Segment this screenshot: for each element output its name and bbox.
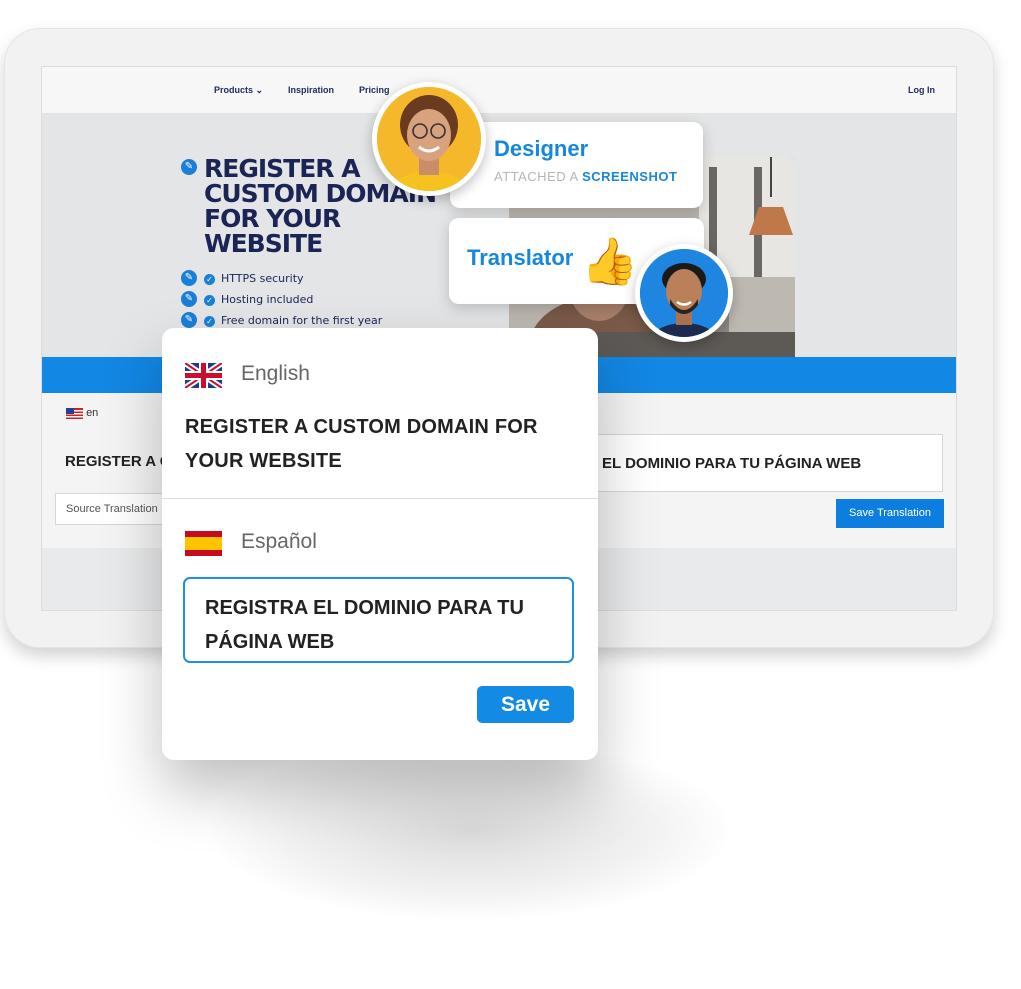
site-navbar: Products ⌄ Inspiration Pricing Log In <box>42 67 956 114</box>
translation-panel: English REGISTER A CUSTOM DOMAIN FOR YOU… <box>162 328 598 760</box>
nav-pricing[interactable]: Pricing <box>359 85 390 95</box>
nav-products[interactable]: Products ⌄ <box>214 85 263 96</box>
target-text-field[interactable]: EL DOMINIO PARA TU PÁGINA WEB <box>583 434 943 492</box>
source-text: REGISTER A C <box>65 453 171 470</box>
check-icon: ✓ <box>204 315 215 327</box>
designer-badge: Designer ATTACHED A SCREENSHOT <box>450 122 703 208</box>
designer-activity: ATTACHED A SCREENSHOT <box>494 169 678 184</box>
save-translation-button[interactable]: Save Translation <box>836 499 944 528</box>
feature-free-domain: ✓ Free domain for the first year <box>204 314 382 327</box>
translator-role: Translator <box>467 245 574 270</box>
nav-inspiration[interactable]: Inspiration <box>288 85 334 95</box>
spain-flag-icon <box>185 531 222 556</box>
translation-input[interactable]: REGISTRA EL DOMINIO PARA TU PÁGINA WEB <box>183 577 574 663</box>
uk-flag-icon <box>185 363 222 388</box>
save-button[interactable]: Save <box>477 686 574 723</box>
edit-pencil-icon[interactable]: ✎ <box>181 291 197 307</box>
edit-pencil-icon[interactable]: ✎ <box>181 159 197 175</box>
edit-pencil-icon[interactable]: ✎ <box>181 270 197 286</box>
designer-avatar <box>372 82 486 196</box>
designer-portrait-icon <box>377 87 481 191</box>
source-lang-code: en <box>86 407 99 419</box>
designer-role: Designer <box>494 136 589 161</box>
check-icon: ✓ <box>204 294 215 306</box>
feature-hosting: ✓ Hosting included <box>204 293 313 306</box>
feature-https: ✓ HTTPS security <box>204 272 304 285</box>
nav-login[interactable]: Log In <box>908 85 935 95</box>
target-language-name: Español <box>241 530 317 553</box>
chevron-down-icon: ⌄ <box>255 85 264 95</box>
edit-pencil-icon[interactable]: ✎ <box>181 312 197 328</box>
drop-shadow <box>210 740 730 920</box>
panel-divider <box>162 498 598 499</box>
source-language-name: English <box>241 362 310 385</box>
translator-avatar <box>635 244 733 342</box>
panel-source-text: REGISTER A CUSTOM DOMAIN FOR YOUR WEBSIT… <box>185 416 538 472</box>
thumbs-up-icon: 👍 <box>581 235 639 287</box>
source-language: en <box>66 407 98 419</box>
us-flag-icon <box>66 407 83 419</box>
translator-portrait-icon <box>640 249 728 337</box>
check-icon: ✓ <box>204 273 215 285</box>
